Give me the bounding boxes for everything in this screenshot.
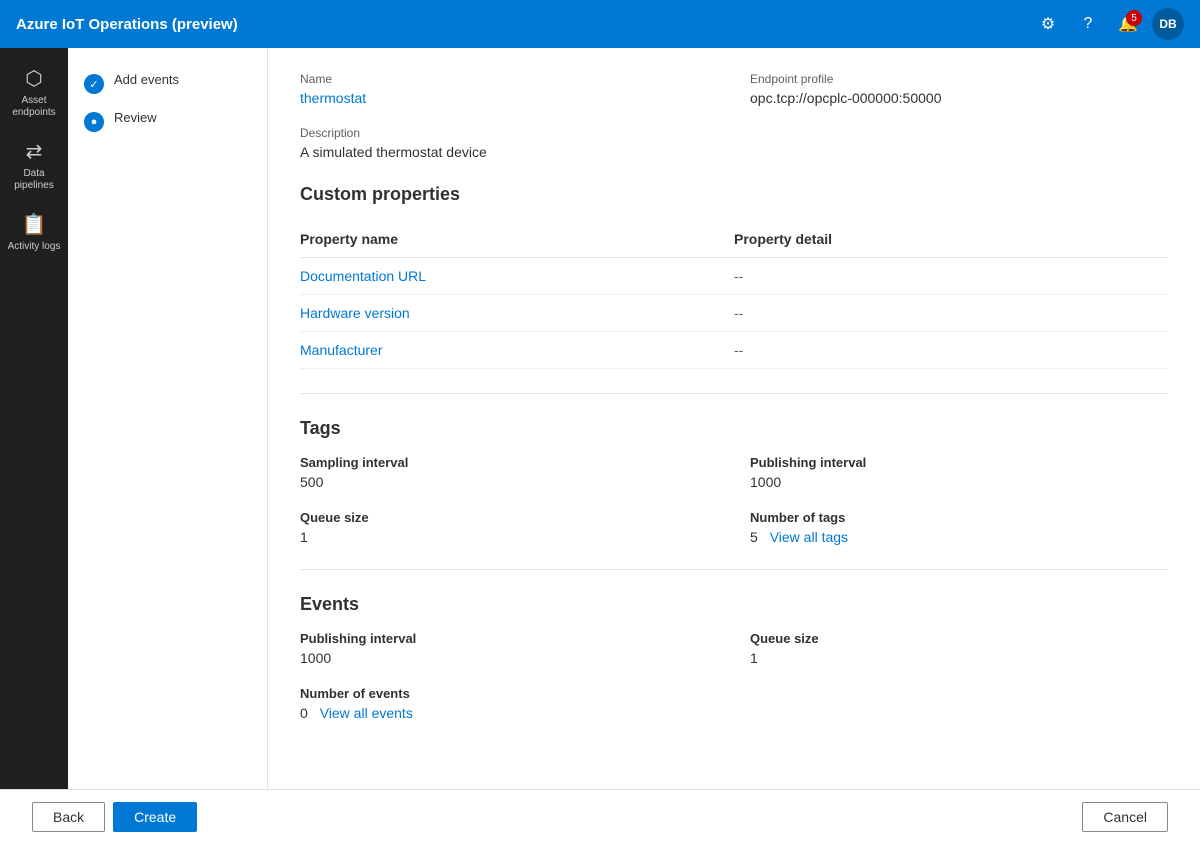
asset-name-value: thermostat bbox=[300, 90, 718, 106]
step-indicator-review: ● bbox=[84, 112, 104, 132]
custom-prop-row-0: Documentation URL -- bbox=[300, 258, 1168, 295]
gear-icon: ⚙ bbox=[1041, 14, 1055, 34]
endpoint-profile-field: Endpoint profile opc.tcp://opcplc-000000… bbox=[750, 72, 1168, 106]
wizard-panel: ✓ Add events ● Review bbox=[68, 48, 268, 789]
avatar-initials: DB bbox=[1159, 17, 1176, 31]
events-section-header: Events bbox=[300, 594, 1168, 615]
topbar: Azure IoT Operations (preview) ⚙ ? 🔔 5 D… bbox=[0, 0, 1200, 48]
events-queue-size-label: Queue size bbox=[750, 631, 1168, 646]
custom-properties-table: Property name Property detail Documentat… bbox=[300, 221, 1168, 369]
prop-detail-2: -- bbox=[734, 342, 1168, 358]
footer: Back Create Cancel bbox=[0, 789, 1200, 844]
activity-logs-icon: 📋 bbox=[22, 212, 47, 237]
prop-name-1: Hardware version bbox=[300, 305, 734, 321]
data-pipelines-icon: ⇄ bbox=[26, 139, 43, 164]
tags-number-of-tags-count: 5 bbox=[750, 529, 758, 545]
tags-section-header: Tags bbox=[300, 418, 1168, 439]
step-label-review: Review bbox=[114, 110, 157, 125]
help-button[interactable]: ? bbox=[1072, 8, 1104, 40]
tags-publishing-interval-label: Publishing interval bbox=[750, 455, 1168, 470]
divider-1 bbox=[300, 393, 1168, 394]
create-button[interactable]: Create bbox=[113, 802, 197, 832]
tags-queue-size-label: Queue size bbox=[300, 510, 718, 525]
tags-stats-grid: Sampling interval 500 Publishing interva… bbox=[300, 455, 1168, 545]
settings-button[interactable]: ⚙ bbox=[1032, 8, 1064, 40]
sidebar-item-label-activity-logs: Activity logs bbox=[8, 241, 61, 253]
asset-name-field: Name thermostat bbox=[300, 72, 718, 106]
sidebar-item-label-data-pipelines: Data pipelines bbox=[4, 168, 64, 192]
prop-detail-0: -- bbox=[734, 268, 1168, 284]
description-field: Description A simulated thermostat devic… bbox=[300, 126, 1168, 160]
sidebar-item-activity-logs[interactable]: 📋 Activity logs bbox=[0, 204, 68, 261]
tags-sampling-interval-field: Sampling interval 500 bbox=[300, 455, 718, 490]
content-body: Name thermostat Endpoint profile opc.tcp… bbox=[268, 48, 1200, 789]
tags-sampling-interval-label: Sampling interval bbox=[300, 455, 718, 470]
events-number-of-events-field: Number of events 0 View all events bbox=[300, 686, 718, 721]
endpoint-profile-label: Endpoint profile bbox=[750, 72, 1168, 86]
user-avatar-button[interactable]: DB bbox=[1152, 8, 1184, 40]
view-all-tags-link[interactable]: View all tags bbox=[770, 529, 848, 545]
prop-name-2: Manufacturer bbox=[300, 342, 734, 358]
notification-badge: 5 bbox=[1126, 10, 1142, 26]
content-area: ✓ Add events ● Review Name thermostat En… bbox=[68, 48, 1200, 789]
main-content: Name thermostat Endpoint profile opc.tcp… bbox=[268, 48, 1200, 789]
main-layout: ⬡ Asset endpoints ⇄ Data pipelines 📋 Act… bbox=[0, 48, 1200, 789]
tags-number-of-tags-row: 5 View all tags bbox=[750, 529, 1168, 545]
tags-number-of-tags-field: Number of tags 5 View all tags bbox=[750, 510, 1168, 545]
sidebar-item-asset-endpoints[interactable]: ⬡ Asset endpoints bbox=[0, 58, 68, 127]
description-label: Description bbox=[300, 126, 1168, 140]
custom-prop-row-1: Hardware version -- bbox=[300, 295, 1168, 332]
events-stats-grid: Publishing interval 1000 Queue size 1 Nu… bbox=[300, 631, 1168, 721]
wizard-step-add-events[interactable]: ✓ Add events bbox=[68, 64, 267, 102]
wizard-step-review[interactable]: ● Review bbox=[68, 102, 267, 140]
view-all-events-link[interactable]: View all events bbox=[320, 705, 413, 721]
events-number-of-events-count: 0 bbox=[300, 705, 308, 721]
endpoint-profile-value: opc.tcp://opcplc-000000:50000 bbox=[750, 90, 1168, 106]
events-publishing-interval-field: Publishing interval 1000 bbox=[300, 631, 718, 666]
events-number-of-events-row: 0 View all events bbox=[300, 705, 718, 721]
help-icon: ? bbox=[1084, 15, 1093, 33]
asset-name-label: Name bbox=[300, 72, 718, 86]
events-number-of-events-label: Number of events bbox=[300, 686, 718, 701]
topbar-actions: ⚙ ? 🔔 5 DB bbox=[1032, 8, 1184, 40]
back-button[interactable]: Back bbox=[32, 802, 105, 832]
step-label-add-events: Add events bbox=[114, 72, 179, 87]
prop-name-0: Documentation URL bbox=[300, 268, 734, 284]
sidebar: ⬡ Asset endpoints ⇄ Data pipelines 📋 Act… bbox=[0, 48, 68, 789]
prop-detail-col-header: Property detail bbox=[734, 231, 1168, 247]
events-publishing-interval-label: Publishing interval bbox=[300, 631, 718, 646]
tags-publishing-interval-value: 1000 bbox=[750, 474, 1168, 490]
tags-number-of-tags-label: Number of tags bbox=[750, 510, 1168, 525]
sidebar-item-data-pipelines[interactable]: ⇄ Data pipelines bbox=[0, 131, 68, 200]
custom-properties-header: Custom properties bbox=[300, 184, 1168, 205]
tags-queue-size-value: 1 bbox=[300, 529, 718, 545]
sidebar-item-label-asset-endpoints: Asset endpoints bbox=[4, 95, 64, 119]
divider-2 bbox=[300, 569, 1168, 570]
description-value: A simulated thermostat device bbox=[300, 144, 1168, 160]
cancel-button[interactable]: Cancel bbox=[1082, 802, 1168, 832]
prop-detail-1: -- bbox=[734, 305, 1168, 321]
custom-prop-row-2: Manufacturer -- bbox=[300, 332, 1168, 369]
events-queue-size-field: Queue size 1 bbox=[750, 631, 1168, 666]
events-queue-size-value: 1 bbox=[750, 650, 1168, 666]
tags-publishing-interval-field: Publishing interval 1000 bbox=[750, 455, 1168, 490]
asset-endpoints-icon: ⬡ bbox=[25, 66, 42, 91]
prop-name-col-header: Property name bbox=[300, 231, 734, 247]
step-indicator-add-events: ✓ bbox=[84, 74, 104, 94]
notifications-button[interactable]: 🔔 5 bbox=[1112, 8, 1144, 40]
tags-queue-size-field: Queue size 1 bbox=[300, 510, 718, 545]
events-publishing-interval-value: 1000 bbox=[300, 650, 718, 666]
asset-info-grid: Name thermostat Endpoint profile opc.tcp… bbox=[300, 72, 1168, 106]
custom-properties-header-row: Property name Property detail bbox=[300, 221, 1168, 258]
tags-sampling-interval-value: 500 bbox=[300, 474, 718, 490]
app-title: Azure IoT Operations (preview) bbox=[16, 16, 1032, 33]
